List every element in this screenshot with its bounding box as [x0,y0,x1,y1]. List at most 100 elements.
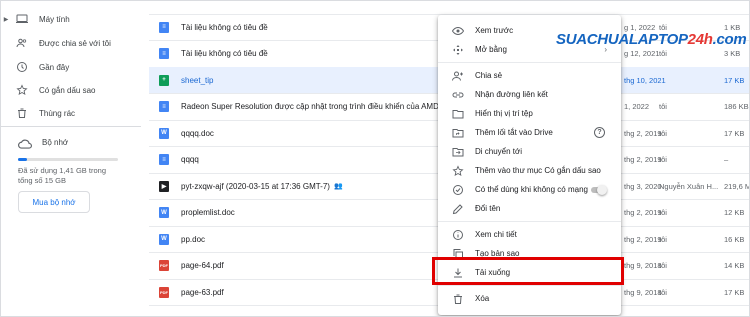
menu-item-info[interactable]: Xem chi tiết [438,225,621,244]
file-size: 17 KB [724,287,745,297]
sidebar-item-1[interactable]: ▶ Máy tính [1,9,141,29]
menu-separator [438,62,621,63]
trash-icon [452,293,464,305]
file-modified-date: thg 2, 2019 [624,234,662,244]
menu-item-move[interactable]: Di chuyển tới [438,142,621,161]
file-name: pp.doc [181,234,206,244]
file-size: 17 KB [724,128,745,138]
file-modified-by: tôi [659,102,667,111]
file-modified-date: 1, 2022 [624,102,650,111]
file-size: 17 KB [724,75,745,85]
file-name: page-64.pdf [181,261,224,270]
file-modified-by: Nguyễn Xuân H... [659,181,719,191]
storage-bar-fill [18,158,28,161]
file-name: pyt-zxqw-ajf (2020-03-15 at 17:36 GMT-7) [181,181,330,191]
cloud-icon [18,137,32,155]
sidebar: ▶ Máy tính Được chia sẻ với tôi Gần đây Có g… [1,1,141,316]
file-name: qqqq [181,155,199,164]
file-size: 186 KB [724,102,749,111]
menu-item-label: Có thể dùng khi không có mạng [475,185,588,194]
person-add-icon [452,70,464,82]
menu-item-label: Mở bằng [475,45,507,54]
menu-item-edit[interactable]: Đổi tên [438,199,621,218]
file-modified-date: thg 2, 2019 [624,155,662,164]
star-icon [452,164,464,177]
menu-item-label: Chia sẻ [475,71,503,80]
sidebar-item-4[interactable]: Có gắn dấu sao [1,80,141,100]
menu-item-folder[interactable]: Hiển thị vị trí tệp [438,104,621,123]
sidebar-item-3[interactable]: Gần đây [1,57,141,77]
menu-item-star[interactable]: Thêm vào thư mục Có gắn dấu sao [438,161,621,180]
file-modified-date: thg 2, 2019 [624,208,662,217]
menu-item-person-add[interactable]: Chia sẻ [438,66,621,85]
logo-text-domain: .com [712,30,747,48]
menu-separator [438,285,621,286]
buy-storage-button[interactable]: Mua bộ nhớ [18,191,90,213]
link-icon [452,89,464,101]
file-modified-date: thg 2, 2019 [624,128,662,138]
doc-file-icon: ≡ [159,154,169,165]
folder-icon [452,108,464,120]
file-size: 219,6 M [724,181,750,191]
menu-item-label: Hiển thị vị trí tệp [475,109,533,118]
menu-item-trash[interactable]: Xóa [438,289,621,308]
sidebar-item-5[interactable]: Thùng rác [1,103,141,123]
file-modified-by: tôi [659,234,667,244]
file-size: 14 KB [724,261,745,270]
menu-item-label: Thêm lối tắt vào Drive [475,128,553,137]
menu-item-offline[interactable]: Có thể dùng khi không có mạng [438,180,621,199]
sidebar-item-label: Thùng rác [39,108,76,118]
file-modified-date: thg 9, 2018 [624,287,662,297]
menu-item-label: Xem trước [475,26,514,35]
file-name: Tài liệu không có tiêu đề [181,49,268,58]
file-modified-by: tôi [659,261,667,270]
sidebar-item-label: Có gắn dấu sao [39,85,96,95]
star-icon [16,84,28,96]
drive-window: ▶ Máy tính Được chia sẻ với tôi Gần đây Có g… [0,0,750,317]
sidebar-item-label: Gần đây [39,62,70,72]
sheet-file-icon: + [159,74,169,86]
help-icon[interactable]: ? [594,127,605,138]
file-modified-by: tôi [659,155,667,164]
sidebar-item-label: Được chia sẻ với tôi [39,38,111,48]
move-icon [452,146,464,158]
file-name: sheet_tip [181,75,214,85]
shared-icon [16,37,28,49]
menu-item-label: Đổi tên [475,204,501,213]
table-row-partial[interactable] [149,1,749,15]
file-name: Radeon Super Resolution được cập nhật tr… [181,102,451,111]
menu-item-label: Thêm vào thư mục Có gắn dấu sao [475,166,601,175]
menu-item-link[interactable]: Nhận đường liên kết [438,85,621,104]
storage-bar [18,158,118,161]
storage-usage-text: Đã sử dụng 1,41 GB trong tổng số 15 GB [18,166,106,185]
shortcut-icon [452,127,464,139]
menu-item-label: Xóa [475,294,490,303]
file-modified-date: thg 3, 2020 [624,181,662,191]
storage-title[interactable]: Bộ nhớ [42,138,68,147]
offline-icon [452,184,464,196]
menu-item-shortcut[interactable]: Thêm lối tắt vào Drive? [438,123,621,142]
menu-item-label: Nhận đường liên kết [475,90,548,99]
file-modified-date: thg 10, 2021 [624,75,666,85]
expand-arrow-icon[interactable]: ▶ [1,16,11,23]
pdf-file-icon: PDF [159,286,169,298]
doc-file-icon: ≡ [159,21,169,33]
word-file-icon: W [159,207,169,218]
shared-people-icon: 👥 [333,183,343,190]
logo-text-main: SUACHUALAPTOP [556,30,688,48]
logo-text-accent: 24h [687,30,713,48]
info-icon [452,229,464,241]
file-name: Tài liệu không có tiêu đề [181,22,268,32]
edit-icon [452,203,464,215]
watermark-logo: SUACHUALAPTOP24h.com [554,27,747,51]
sidebar-item-2[interactable]: Được chia sẻ với tôi [1,33,141,53]
menu-item-label: Xem chi tiết [475,230,517,239]
computer-icon [16,13,28,25]
sidebar-divider [1,126,141,127]
file-name: page-63.pdf [181,287,224,297]
doc-file-icon: ≡ [159,48,169,59]
offline-toggle[interactable] [591,184,607,195]
file-size: – [724,155,729,164]
file-size: 12 KB [724,208,745,217]
file-modified-by: tôi [659,208,667,217]
